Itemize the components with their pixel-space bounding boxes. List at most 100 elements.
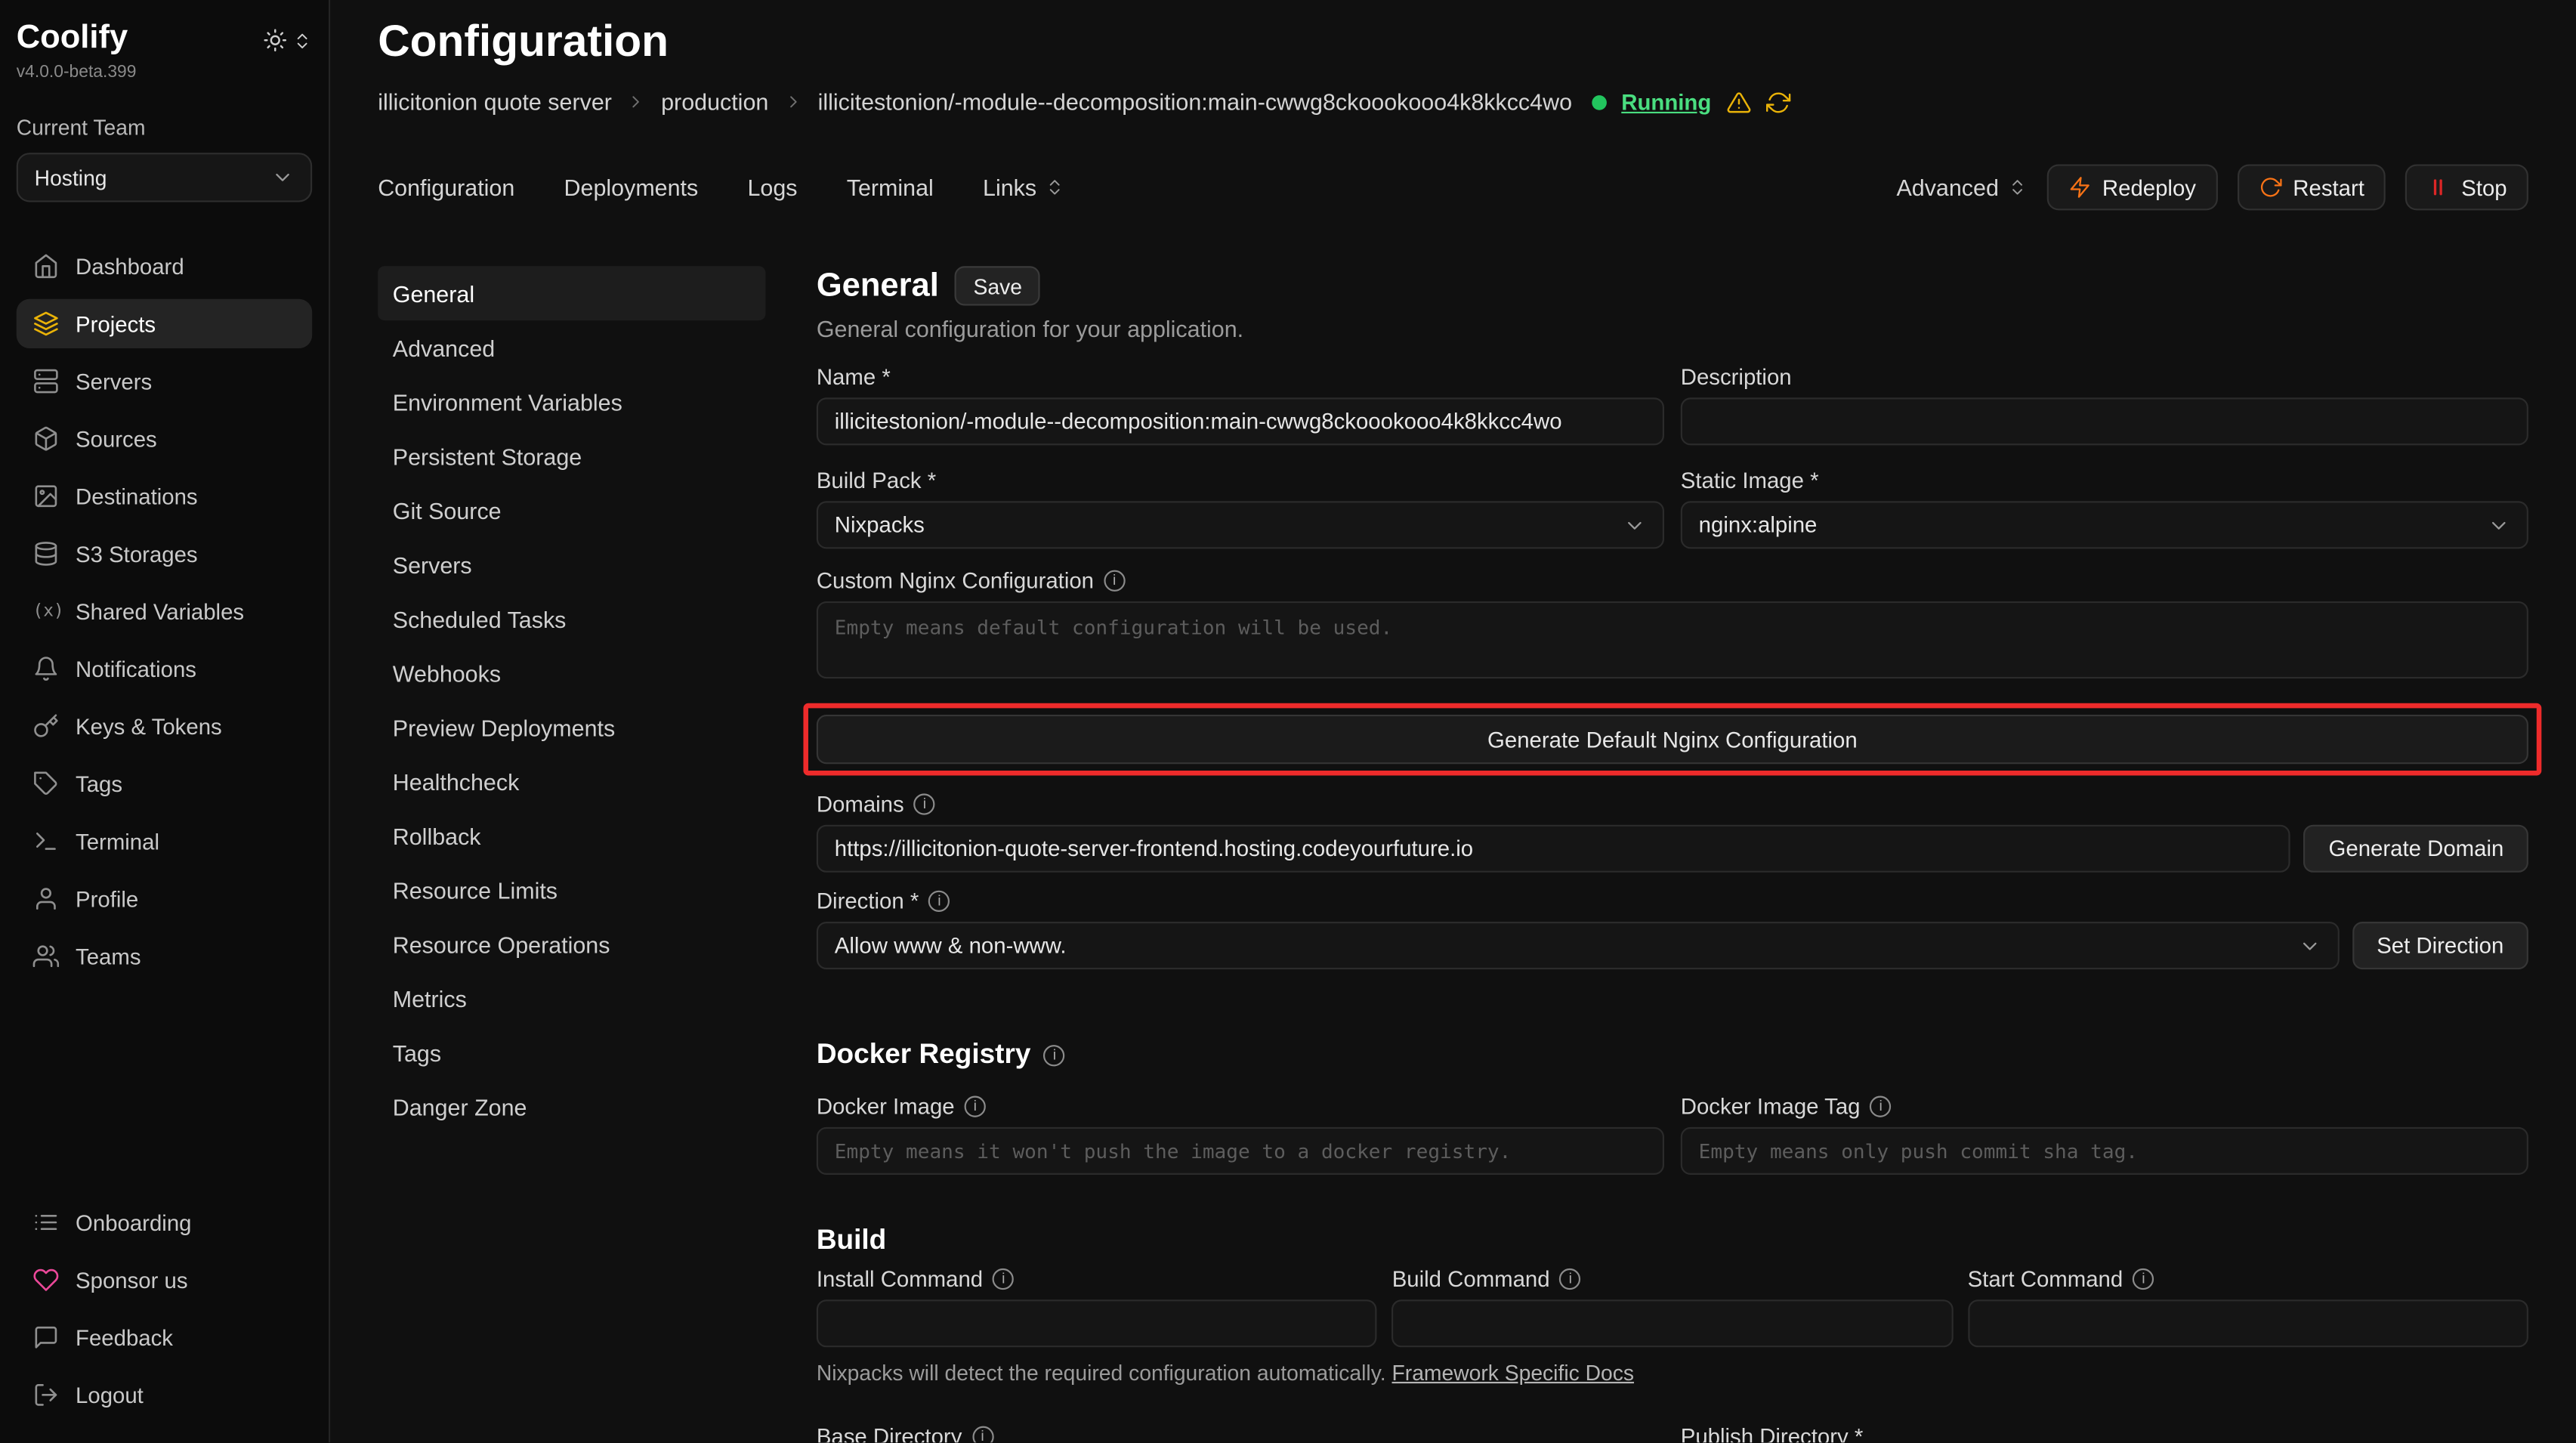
info-icon[interactable] [2133, 1268, 2154, 1290]
domains-input[interactable] [817, 825, 2291, 873]
static-image-select[interactable]: nginx:alpine [1681, 501, 2528, 548]
save-button[interactable]: Save [956, 266, 1040, 305]
variable-icon: (x) [32, 601, 59, 621]
info-icon[interactable] [1870, 1096, 1892, 1117]
sidebar-item-servers[interactable]: Servers [17, 357, 312, 406]
sidebar-item-shared-variables[interactable]: (x) Shared Variables [17, 586, 312, 635]
direction-label: Direction * [817, 889, 919, 914]
tab-configuration[interactable]: Configuration [378, 175, 514, 201]
description-input[interactable] [1681, 397, 2528, 445]
subnav-item-webhooks[interactable]: Webhooks [378, 646, 765, 700]
info-icon[interactable] [965, 1096, 986, 1117]
team-selector[interactable]: Hosting [17, 153, 312, 202]
bell-icon [32, 656, 59, 682]
stop-icon [2427, 176, 2450, 199]
build-pack-select[interactable]: Nixpacks [817, 501, 1664, 548]
docker-image-label: Docker Image [817, 1094, 955, 1119]
generate-domain-button[interactable]: Generate Domain [2304, 825, 2528, 873]
status-dot [1592, 94, 1607, 110]
sidebar-item-notifications[interactable]: Notifications [17, 644, 312, 693]
subnav-item-rollback[interactable]: Rollback [378, 808, 765, 863]
subnav-item-healthcheck[interactable]: Healthcheck [378, 754, 765, 808]
sidebar-item-s3-storages[interactable]: S3 Storages [17, 529, 312, 578]
status-running-link[interactable]: Running [1621, 90, 1711, 115]
nginx-config-label: Custom Nginx Configuration [817, 568, 1094, 593]
sidebar-item-sources[interactable]: Sources [17, 414, 312, 463]
sidebar-item-label: Sponsor us [76, 1268, 188, 1293]
build-command-input[interactable] [1392, 1299, 1953, 1347]
redeploy-button[interactable]: Redeploy [2046, 164, 2217, 210]
breadcrumb-environment[interactable]: production [661, 88, 768, 115]
subnav-item-general[interactable]: General [378, 266, 765, 320]
docker-image-tag-label: Docker Image Tag [1681, 1094, 1861, 1119]
user-icon [32, 885, 59, 912]
info-icon[interactable] [928, 891, 950, 912]
sidebar-item-projects[interactable]: Projects [17, 299, 312, 348]
docker-image-tag-input[interactable] [1681, 1127, 2528, 1175]
subnav-item-advanced[interactable]: Advanced [378, 320, 765, 375]
app-version: v4.0.0-beta.399 [17, 63, 312, 82]
sidebar-item-terminal[interactable]: Terminal [17, 817, 312, 866]
sidebar-item-onboarding[interactable]: Onboarding [17, 1197, 312, 1247]
name-input[interactable] [817, 397, 1664, 445]
direction-select[interactable]: Allow www & non-www. [817, 922, 2339, 969]
sidebar-item-profile[interactable]: Profile [17, 874, 312, 923]
refresh-status-icon[interactable] [1765, 90, 1790, 115]
sidebar-item-logout[interactable]: Logout [17, 1370, 312, 1420]
info-icon[interactable] [1044, 1044, 1065, 1065]
info-icon[interactable] [1104, 570, 1125, 592]
base-directory-label: Base Directory [817, 1424, 962, 1442]
subnav-item-servers[interactable]: Servers [378, 537, 765, 592]
subnav-item-danger-zone[interactable]: Danger Zone [378, 1080, 765, 1134]
restart-button[interactable]: Restart [2237, 164, 2386, 210]
app-logo: Coolify [17, 20, 128, 57]
subnav-item-tags[interactable]: Tags [378, 1025, 765, 1080]
generate-nginx-config-button[interactable]: Generate Default Nginx Configuration [817, 715, 2528, 764]
subnav-item-environment-variables[interactable]: Environment Variables [378, 375, 765, 429]
server-icon [32, 368, 59, 394]
sidebar-item-tags[interactable]: Tags [17, 759, 312, 808]
sidebar-item-label: Shared Variables [76, 599, 244, 624]
subnav-item-scheduled-tasks[interactable]: Scheduled Tasks [378, 592, 765, 646]
terminal-icon [32, 828, 59, 854]
sidebar-item-keys-tokens[interactable]: Keys & Tokens [17, 702, 312, 751]
heart-icon [32, 1267, 59, 1293]
sidebar-item-label: Dashboard [76, 254, 184, 279]
sidebar-item-feedback[interactable]: Feedback [17, 1313, 312, 1362]
subnav-item-metrics[interactable]: Metrics [378, 971, 765, 1025]
subnav-item-resource-operations[interactable]: Resource Operations [378, 917, 765, 972]
sidebar-item-dashboard[interactable]: Dashboard [17, 242, 312, 291]
info-icon[interactable] [1560, 1268, 1581, 1290]
sidebar-item-destinations[interactable]: Destinations [17, 471, 312, 521]
advanced-dropdown[interactable]: Advanced [1896, 175, 2026, 201]
chevron-right-icon [783, 92, 803, 112]
install-command-input[interactable] [817, 1299, 1377, 1347]
info-icon[interactable] [993, 1268, 1014, 1290]
stop-button[interactable]: Stop [2405, 164, 2528, 210]
tab-terminal[interactable]: Terminal [847, 175, 934, 201]
section-description: General configuration for your applicati… [817, 316, 2528, 342]
subnav-item-preview-deployments[interactable]: Preview Deployments [378, 700, 765, 754]
warning-triangle-icon[interactable] [1726, 90, 1751, 115]
start-command-input[interactable] [1968, 1299, 2528, 1347]
sidebar-item-sponsor-us[interactable]: Sponsor us [17, 1256, 312, 1305]
info-icon[interactable] [971, 1426, 993, 1443]
breadcrumb-project[interactable]: illicitonion quote server [378, 88, 612, 115]
theme-toggle-sun-icon[interactable] [263, 28, 288, 53]
nginx-config-textarea[interactable] [817, 601, 2528, 678]
database-icon [32, 540, 59, 567]
docker-image-input[interactable] [817, 1127, 1664, 1175]
subnav-item-git-source[interactable]: Git Source [378, 483, 765, 537]
tab-deployments[interactable]: Deployments [564, 175, 699, 201]
subnav-item-persistent-storage[interactable]: Persistent Storage [378, 429, 765, 484]
subnav-item-resource-limits[interactable]: Resource Limits [378, 863, 765, 917]
set-direction-button[interactable]: Set Direction [2352, 922, 2528, 969]
tab-links[interactable]: Links [983, 175, 1064, 201]
tab-bar: Configuration Deployments Logs Terminal … [378, 164, 2528, 210]
breadcrumb-resource[interactable]: illicitestonion/-module--decomposition:m… [818, 88, 1572, 115]
framework-docs-link[interactable]: Framework Specific Docs [1392, 1361, 1635, 1386]
sidebar-item-teams[interactable]: Teams [17, 932, 312, 981]
info-icon[interactable] [914, 793, 935, 814]
chevrons-up-down-icon[interactable] [292, 30, 312, 50]
tab-logs[interactable]: Logs [747, 175, 797, 201]
